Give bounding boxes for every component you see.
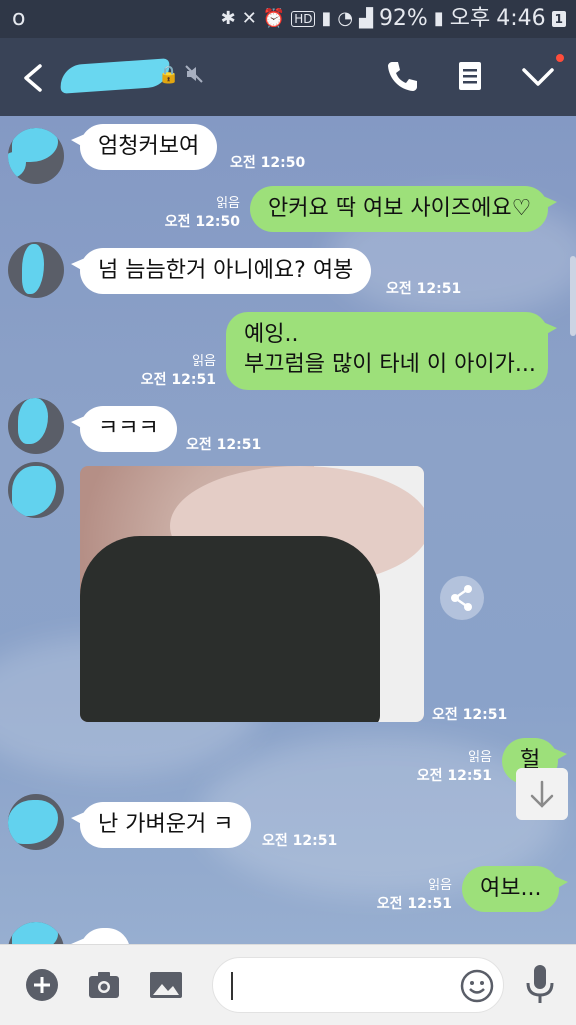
emoji-icon[interactable] xyxy=(459,968,495,1004)
avatar[interactable] xyxy=(8,922,64,944)
notification-count-badge: 1 xyxy=(551,11,566,27)
read-receipt: 읽음 xyxy=(192,354,216,369)
outgoing-message-bubble[interactable]: 여보... xyxy=(462,866,569,912)
message-time: 오전 12:50 xyxy=(230,155,306,171)
battery-percent: 92% xyxy=(378,6,428,31)
notes-icon[interactable] xyxy=(450,56,490,96)
lock-icon: 🔒 xyxy=(158,65,180,85)
read-receipt-time: 읽음 오전 12:51 xyxy=(130,350,216,389)
read-receipt: 읽음 xyxy=(468,750,492,765)
avatar[interactable] xyxy=(8,242,64,298)
signal-icon: ▟ xyxy=(359,8,373,29)
read-receipt-time: 읽음 오전 12:51 xyxy=(406,746,492,785)
clock-ampm: 오후 xyxy=(449,6,491,31)
incoming-message-bubble[interactable] xyxy=(71,928,130,944)
back-arrow-icon[interactable] xyxy=(14,58,54,98)
read-receipt-time: 읽음 오전 12:50 xyxy=(150,192,240,231)
new-indicator-dot xyxy=(556,54,564,62)
message-input[interactable] xyxy=(212,957,504,1013)
app-notification-icon: o xyxy=(12,6,26,31)
message-time: 오전 12:51 xyxy=(416,768,492,784)
avatar[interactable] xyxy=(8,794,64,850)
message-time: 오전 12:51 xyxy=(376,896,452,912)
message-time: 오전 12:51 xyxy=(186,437,262,453)
outgoing-message-bubble[interactable]: 안커요 딱 여보 사이즈에요♡ xyxy=(250,186,557,232)
message-time: 오전 12:51 xyxy=(262,833,338,849)
gallery-icon[interactable] xyxy=(148,967,184,1003)
mute-icon: ✕ xyxy=(241,8,257,29)
message-time: 오전 12:50 xyxy=(164,214,240,230)
message-input-bar xyxy=(0,944,576,1025)
wifi-icon: ◔ xyxy=(337,8,354,29)
bluetooth-icon: ✱ xyxy=(220,8,236,29)
message-line: 예잉.. xyxy=(244,322,299,347)
menu-chevron-down-icon[interactable] xyxy=(518,56,558,96)
chat-header: 🔒 xyxy=(0,38,576,116)
avatar[interactable] xyxy=(8,462,64,518)
incoming-message-bubble[interactable]: 엄청커보여 xyxy=(70,124,218,170)
message-time: 오전 12:51 xyxy=(432,707,508,723)
clock-time: 4:46 xyxy=(496,6,546,31)
read-receipt: 읽음 xyxy=(428,878,452,893)
redacted-contact-name xyxy=(59,58,171,94)
photo-message[interactable] xyxy=(80,466,424,722)
read-receipt: 읽음 xyxy=(216,196,240,211)
alarm-icon: ⏰ xyxy=(262,8,286,29)
message-time: 오전 12:51 xyxy=(140,372,216,388)
battery-icon: ▮ xyxy=(433,8,444,29)
message-time: 오전 12:51 xyxy=(386,281,462,297)
call-icon[interactable] xyxy=(382,56,422,96)
share-icon[interactable] xyxy=(440,576,484,620)
add-icon[interactable] xyxy=(24,967,60,1003)
status-bar: o ✱ ✕ ⏰ HD ▮ ◔ ▟ 92% ▮ 오후 4:46 1 xyxy=(0,0,576,38)
message-line: 부끄럼을 많이 타네 이 아이가... xyxy=(244,352,536,377)
microphone-icon[interactable] xyxy=(522,963,558,1007)
incoming-message-bubble[interactable]: 넘 늠늠한거 아니에요? 여봉 xyxy=(70,248,372,294)
avatar[interactable] xyxy=(8,398,64,454)
text-caret xyxy=(231,972,233,1000)
chat-scrollbar[interactable] xyxy=(570,256,576,336)
hd-icon: HD xyxy=(291,11,316,27)
camera-icon[interactable] xyxy=(86,967,122,1003)
avatar[interactable] xyxy=(8,128,64,184)
scroll-to-bottom-arrow-icon[interactable] xyxy=(516,768,568,820)
outgoing-message-bubble[interactable]: 예잉.. 부끄럼을 많이 타네 이 아이가... xyxy=(226,312,557,390)
incoming-message-bubble[interactable]: ㅋㅋㅋ xyxy=(71,406,177,452)
incoming-message-bubble[interactable]: 난 가벼운거 ㅋ xyxy=(70,802,252,848)
chat-area[interactable]: 엄청커보여 오전 12:50 읽음 오전 12:50 안커요 딱 여보 사이즈에… xyxy=(0,116,576,944)
mute-icon xyxy=(185,65,203,83)
phone-signal-icon: ▮ xyxy=(321,8,332,29)
read-receipt-time: 읽음 오전 12:51 xyxy=(366,874,452,913)
